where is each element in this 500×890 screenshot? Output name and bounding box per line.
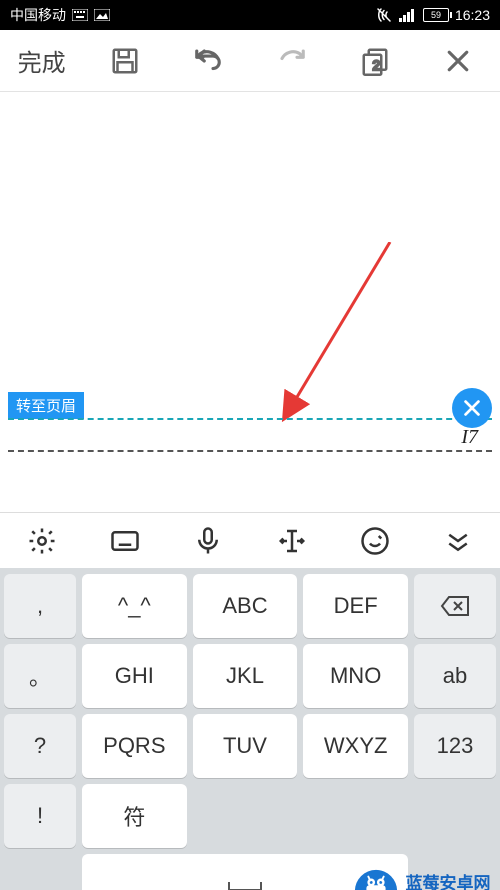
header-boundary-bottom xyxy=(8,450,492,452)
header-jump-tag[interactable]: 转至页眉 xyxy=(8,392,84,419)
pages-button[interactable]: 2 xyxy=(345,46,405,76)
close-icon xyxy=(443,46,473,76)
ime-toolbar xyxy=(0,512,500,568)
battery-level: 59 xyxy=(431,10,441,20)
key-abc[interactable]: ABC xyxy=(193,574,298,638)
spacebar-icon xyxy=(225,878,265,890)
chevron-down-icon xyxy=(443,526,473,556)
watermark-title: 蓝莓安卓网 xyxy=(405,875,494,890)
key-mno[interactable]: MNO xyxy=(303,644,408,708)
vibrate-icon xyxy=(375,6,393,24)
key-question[interactable]: ? xyxy=(4,714,76,778)
dismiss-header-button[interactable] xyxy=(452,388,492,428)
text-cursor-icon xyxy=(277,526,307,556)
status-left: 中国移动 xyxy=(10,5,110,25)
close-x-icon xyxy=(461,397,483,419)
key-jkl[interactable]: JKL xyxy=(193,644,298,708)
watermark: 蓝莓安卓网 www.lmkjs.com xyxy=(353,868,494,890)
signal-icon xyxy=(399,8,417,22)
ime-emoji-button[interactable] xyxy=(345,526,405,556)
carrier-label: 中国移动 xyxy=(10,5,66,25)
close-button[interactable] xyxy=(428,46,488,76)
ime-voice-button[interactable] xyxy=(178,526,238,556)
android-logo-icon xyxy=(353,868,399,890)
done-button[interactable]: 完成 xyxy=(12,43,72,78)
status-right: 59 16:23 xyxy=(375,6,490,24)
header-boundary-top xyxy=(8,418,492,420)
key-ghi[interactable]: GHI xyxy=(82,644,187,708)
text-cursor: I7 xyxy=(461,426,478,449)
key-backspace[interactable] xyxy=(414,574,496,638)
ime-settings-button[interactable] xyxy=(12,526,72,556)
svg-text:2: 2 xyxy=(372,57,380,72)
key-comma[interactable]: , xyxy=(4,574,76,638)
undo-icon xyxy=(193,46,223,76)
keyboard-status-icon xyxy=(72,9,88,21)
backspace-icon xyxy=(440,595,470,617)
mic-icon xyxy=(193,526,223,556)
keyboard-icon xyxy=(110,526,140,556)
redo-icon xyxy=(277,46,307,76)
key-face[interactable]: ^_^ xyxy=(82,574,187,638)
pages-icon: 2 xyxy=(360,46,390,76)
gear-icon xyxy=(27,526,57,556)
key-tuv[interactable]: TUV xyxy=(193,714,298,778)
key-123-mode[interactable]: 123 xyxy=(414,714,496,778)
status-bar: 中国移动 59 16:23 xyxy=(0,0,500,30)
redo-button[interactable] xyxy=(262,46,322,76)
clock-label: 16:23 xyxy=(455,7,490,23)
key-symbols[interactable]: 符 xyxy=(82,784,187,848)
undo-button[interactable] xyxy=(178,46,238,76)
key-ab-mode[interactable]: ab xyxy=(414,644,496,708)
annotation-arrow xyxy=(270,242,400,432)
app-toolbar: 完成 2 xyxy=(0,30,500,92)
soft-keyboard: , ^_^ ABC DEF 。 GHI JKL MNO ab ? PQRS TU… xyxy=(0,568,500,890)
battery-icon: 59 xyxy=(423,8,449,22)
ime-collapse-button[interactable] xyxy=(428,526,488,556)
key-def[interactable]: DEF xyxy=(303,574,408,638)
emoji-icon xyxy=(360,526,390,556)
key-exclaim[interactable]: ! xyxy=(4,784,76,848)
key-pqrs[interactable]: PQRS xyxy=(82,714,187,778)
ime-keyboard-button[interactable] xyxy=(95,526,155,556)
ime-cursor-button[interactable] xyxy=(262,526,322,556)
key-period[interactable]: 。 xyxy=(4,644,76,708)
floppy-icon xyxy=(110,46,140,76)
save-button[interactable] xyxy=(95,46,155,76)
picture-status-icon xyxy=(94,9,110,21)
document-canvas[interactable]: 转至页眉 I7 xyxy=(0,92,500,512)
key-wxyz[interactable]: WXYZ xyxy=(303,714,408,778)
